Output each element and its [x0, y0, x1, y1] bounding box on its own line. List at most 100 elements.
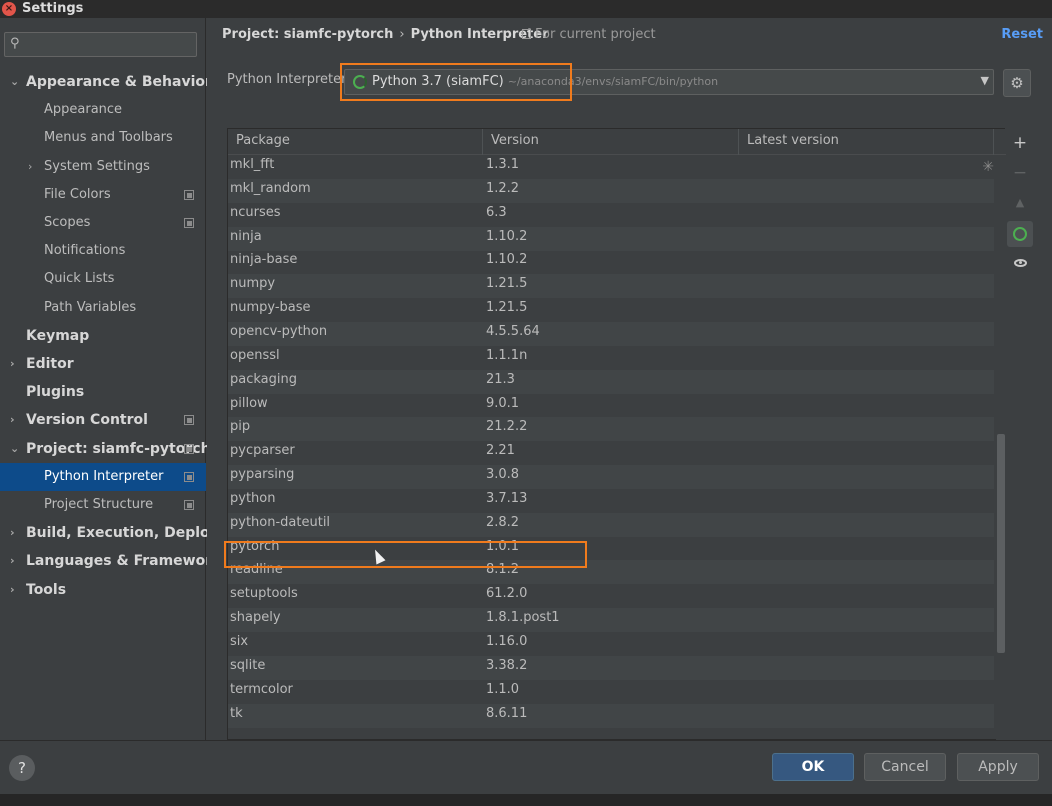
table-row[interactable]: ninja-base 1.10.2: [228, 250, 994, 274]
package-name: opencv-python: [230, 323, 328, 339]
for-current-project: For current project: [522, 26, 656, 44]
package-version: 3.7.13: [486, 490, 528, 506]
column-version[interactable]: Version: [483, 129, 739, 155]
sidebar-item-build-execution-deployment[interactable]: › Build, Execution, Deployment: [0, 519, 260, 547]
table-row[interactable]: openssl 1.1.1n: [228, 346, 994, 370]
table-row[interactable]: packaging 21.3: [228, 369, 994, 394]
package-name: shapely: [230, 610, 281, 626]
table-row[interactable]: python-dateutil 2.8.2: [228, 512, 994, 537]
column-latest-version[interactable]: Latest version: [739, 129, 994, 155]
chevron-right-icon[interactable]: ›: [10, 406, 15, 434]
breadcrumb-separator: ›: [399, 27, 405, 42]
sidebar-item-label: Version Control: [26, 412, 148, 429]
package-name: six: [230, 634, 249, 649]
search-input[interactable]: ⚲: [4, 32, 197, 57]
package-name: termcolor: [230, 681, 293, 697]
refresh-icon[interactable]: [1007, 221, 1033, 247]
chevron-down-icon[interactable]: ⌄: [10, 435, 19, 463]
sidebar-item-label: Project Structure: [44, 497, 154, 512]
sidebar-item-appearance[interactable]: Appearance: [0, 96, 206, 124]
sidebar-item-label: Quick Lists: [44, 271, 115, 287]
sidebar-item-languages-frameworks[interactable]: › Languages & Frameworks: [0, 547, 230, 575]
gear-icon[interactable]: ⚙: [1003, 69, 1031, 97]
ok-button[interactable]: OK: [772, 753, 854, 781]
project-scope-icon: [184, 500, 194, 510]
sidebar-item-label: Languages & Frameworks: [26, 553, 230, 570]
sidebar-item-appearance-behavior[interactable]: ⌄ Appearance & Behavior: [0, 68, 212, 96]
sidebar-item-version-control[interactable]: › Version Control: [0, 406, 206, 434]
chevron-right-icon[interactable]: ›: [10, 350, 15, 378]
package-version: 4.5.5.64: [486, 323, 540, 339]
table-row[interactable]: termcolor 1.1.0: [228, 680, 994, 704]
sidebar-item-menus-and-toolbars[interactable]: Menus and Toolbars: [0, 124, 206, 152]
table-row[interactable]: numpy 1.21.5: [228, 274, 994, 299]
package-name: mkl_random: [230, 180, 311, 196]
table-row[interactable]: mkl_fft 1.3.1 ✳: [228, 155, 994, 179]
table-row[interactable]: opencv-python 4.5.5.64: [228, 321, 994, 346]
package-version: 21.2.2: [486, 419, 528, 435]
package-name: packaging: [230, 371, 297, 387]
remove-package-icon[interactable]: −: [1007, 160, 1033, 186]
table-scrollbar[interactable]: [996, 155, 1005, 741]
sidebar-item-project-siamfc-pytorch[interactable]: ⌄ Project: siamfc-pytorch: [0, 435, 211, 463]
table-row[interactable]: ncurses 6.3: [228, 203, 994, 227]
sidebar-item-quick-lists[interactable]: Quick Lists: [0, 265, 206, 293]
package-version: 2.21: [486, 443, 515, 459]
add-package-icon[interactable]: +: [1007, 130, 1033, 156]
table-row[interactable]: python 3.7.13: [228, 489, 994, 513]
sidebar-item-plugins[interactable]: Plugins: [0, 378, 206, 406]
package-version: 1.3.1: [486, 157, 520, 172]
sidebar-item-path-variables[interactable]: Path Variables: [0, 294, 206, 322]
table-row[interactable]: shapely 1.8.1.post1: [228, 608, 994, 633]
chevron-right-icon[interactable]: ›: [10, 576, 15, 604]
chevron-right-icon[interactable]: ›: [10, 547, 15, 575]
package-version: 1.8.1.post1: [486, 610, 560, 626]
table-row[interactable]: pip 21.2.2: [228, 417, 994, 442]
sidebar-item-scopes[interactable]: Scopes: [0, 209, 206, 237]
close-icon[interactable]: ×: [2, 2, 16, 16]
packages-toolbar: + − ▲: [1007, 128, 1033, 720]
table-row[interactable]: pyparsing 3.0.8: [228, 465, 994, 490]
chevron-right-icon[interactable]: ›: [28, 153, 32, 181]
column-package[interactable]: Package: [228, 129, 483, 155]
sidebar-item-python-interpreter[interactable]: Python Interpreter: [0, 462, 206, 491]
table-row[interactable]: sqlite 3.38.2: [228, 655, 994, 680]
interpreter-label: Python Interpreter:: [227, 72, 351, 87]
sidebar-item-keymap[interactable]: Keymap: [0, 322, 206, 350]
table-row[interactable]: pillow 9.0.1: [228, 394, 994, 418]
table-row[interactable]: numpy-base 1.21.5: [228, 298, 994, 322]
chevron-down-icon[interactable]: ▼: [981, 74, 989, 87]
sidebar-item-editor[interactable]: › Editor: [0, 350, 206, 378]
scrollbar-thumb[interactable]: [997, 434, 1005, 653]
table-row[interactable]: mkl_random 1.2.2: [228, 178, 994, 203]
table-body: mkl_fft 1.3.1 ✳ mkl_random 1.2.2 ncurses 6.3 ni…: [228, 155, 994, 741]
package-version: 1.1.0: [486, 681, 520, 697]
project-scope-icon: [522, 29, 531, 39]
upgrade-package-icon[interactable]: ▲: [1007, 190, 1033, 216]
sidebar-item-project-structure[interactable]: Project Structure: [0, 491, 206, 519]
chevron-right-icon[interactable]: ›: [10, 519, 15, 547]
sidebar-item-tools[interactable]: › Tools: [0, 576, 206, 604]
title-bar: × Settings: [0, 0, 1052, 18]
table-row[interactable]: six 1.16.0: [228, 632, 994, 656]
breadcrumb: Project: siamfc-pytorch › Python Interpret…: [222, 26, 549, 44]
eye-icon[interactable]: [1007, 250, 1033, 276]
package-name: pillow: [230, 395, 268, 411]
reset-link[interactable]: Reset: [1001, 26, 1043, 44]
cancel-button[interactable]: Cancel: [864, 753, 946, 781]
table-row[interactable]: setuptools 61.2.0: [228, 584, 994, 608]
sidebar-item-notifications[interactable]: Notifications: [0, 237, 206, 265]
sidebar-item-file-colors[interactable]: File Colors: [0, 181, 206, 209]
sidebar-item-system-settings[interactable]: › System Settings: [0, 153, 206, 181]
package-name: mkl_fft: [230, 157, 275, 172]
package-version: 1.10.2: [486, 228, 528, 244]
package-version: 1.1.1n: [486, 347, 528, 363]
table-row[interactable]: pycparser 2.21: [228, 441, 994, 465]
apply-button[interactable]: Apply: [957, 753, 1039, 781]
table-row[interactable]: tk 8.6.11: [228, 703, 994, 728]
package-version: 8.6.11: [486, 705, 528, 721]
help-icon[interactable]: ?: [9, 755, 35, 781]
table-row[interactable]: ninja 1.10.2: [228, 226, 994, 251]
chevron-down-icon[interactable]: ⌄: [10, 68, 19, 96]
package-name: ncurses: [230, 204, 281, 220]
